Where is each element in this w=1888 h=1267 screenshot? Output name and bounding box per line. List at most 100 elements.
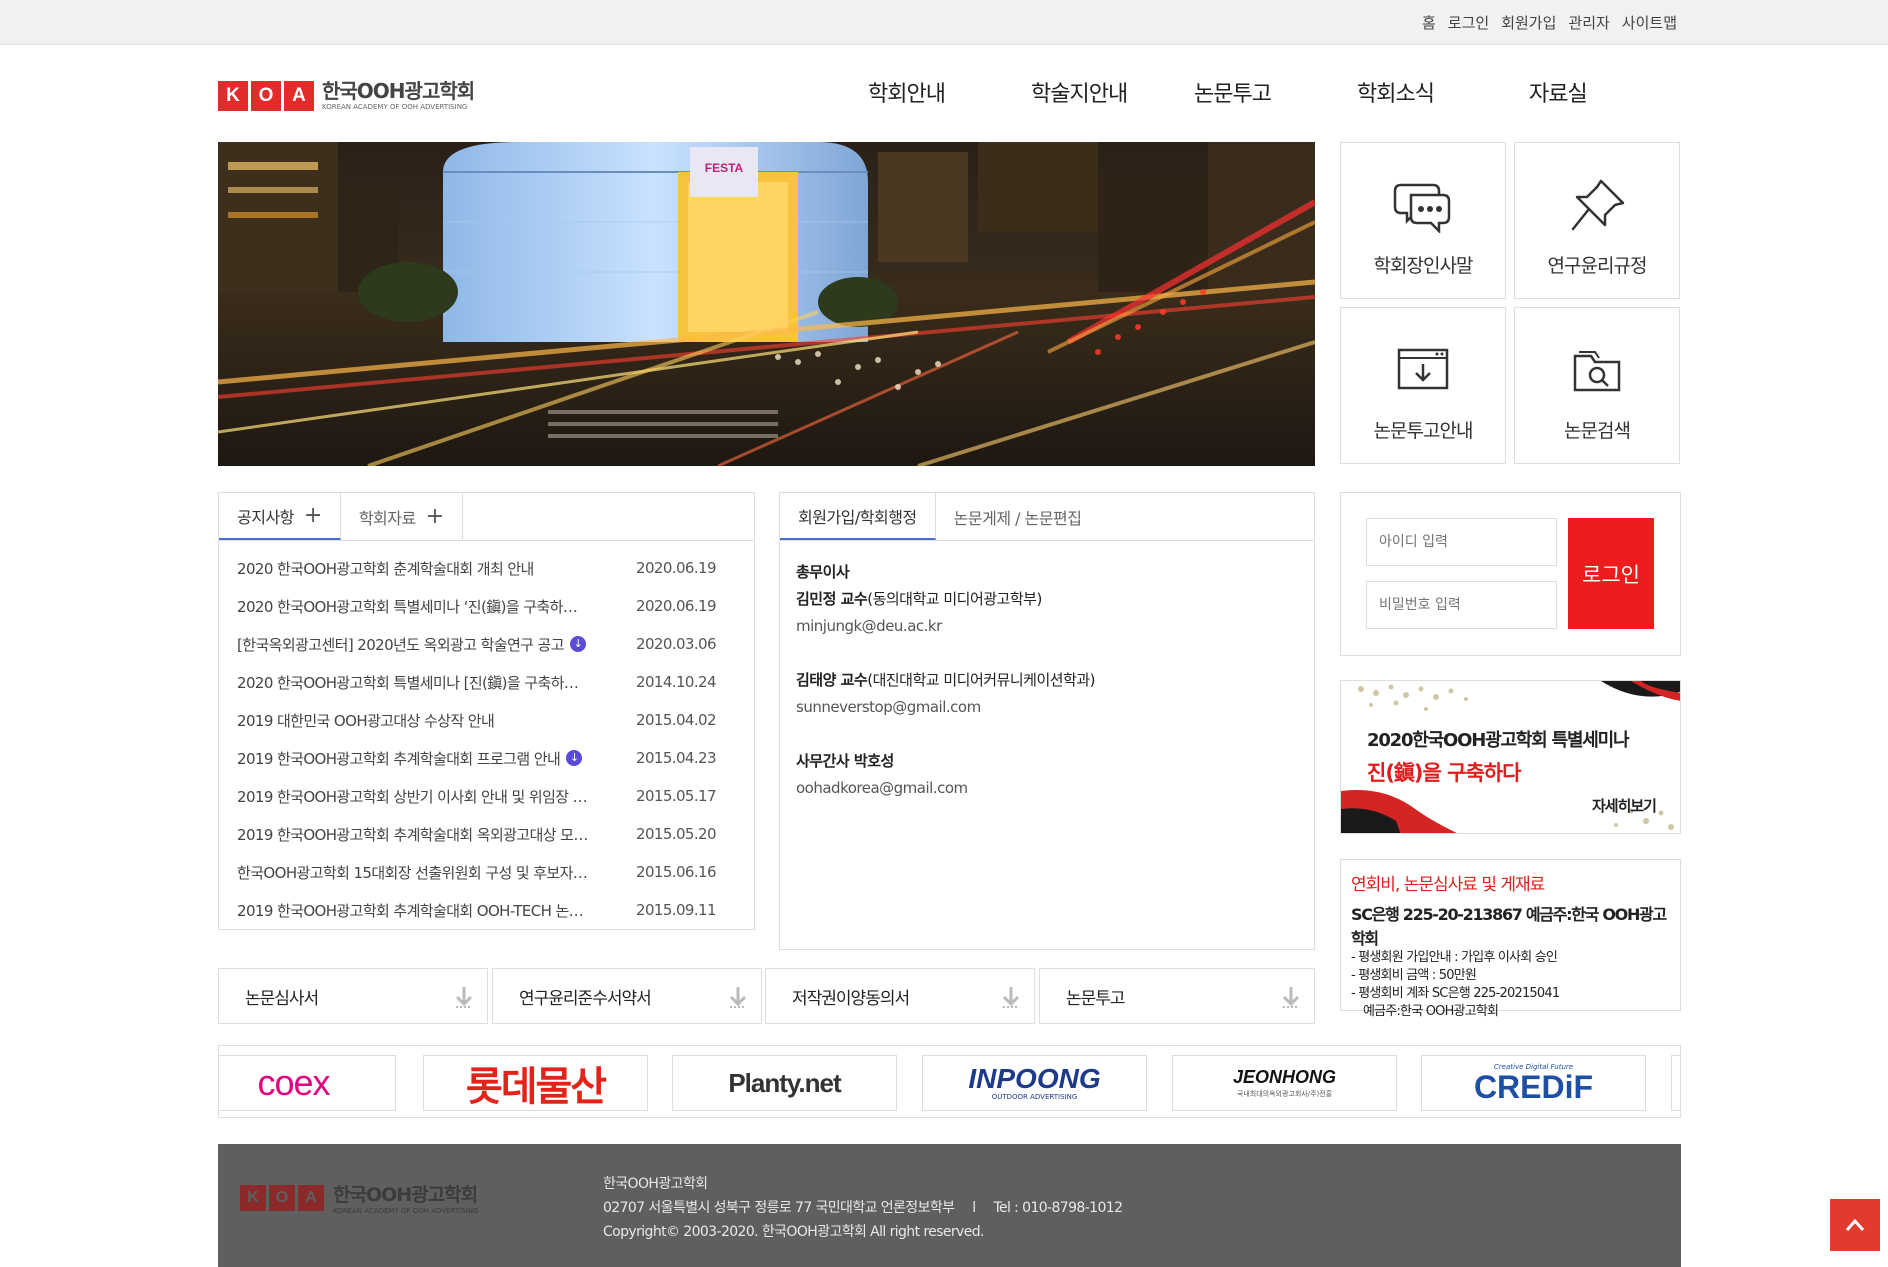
partner-carousel: coex 롯데물산 Planty.net INPOONG OUTDOOR ADV… <box>218 1045 1681 1118</box>
notice-list: 2020 한국OOH광고학회 춘계학술대회 개최 안내 2020.06.19 202… <box>219 541 754 929</box>
notice-title-text: 2019 한국OOH광고학회 추계학술대회 프로그램 안내 <box>237 749 561 768</box>
contact-group: 총무이사 김민정 교수(동의대학교 미디어광고학부) minjungk@deu.… <box>796 559 1298 640</box>
footer-info: 한국OOH광고학회 02707 서울특별시 성북구 정릉로 77 국민대학교 언… <box>603 1172 1123 1244</box>
download-arrow-icon <box>729 987 747 1008</box>
partner-name: coex <box>257 1062 330 1103</box>
notice-row[interactable]: 2020 한국OOH광고학회 춘계학술대회 개최 안내 2020.06.19 <box>237 549 736 587</box>
fee-title: 연회비, 논문심사료 및 게재료 <box>1351 875 1545 895</box>
partner-credif[interactable]: Creative Digital Future CREDiF <box>1421 1055 1646 1111</box>
download-window-icon <box>1397 348 1449 390</box>
nav-about[interactable]: 학회안내 <box>868 76 1031 108</box>
utility-bar: 홈 로그인 회원가입 관리자 사이트맵 <box>0 0 1888 45</box>
partner-next[interactable] <box>1671 1055 1680 1111</box>
tab-resources[interactable]: 학회자료 + <box>341 493 463 540</box>
util-login-link[interactable]: 로그인 <box>1448 12 1489 33</box>
logo-letter: O <box>269 1184 295 1211</box>
logo-name-en: KOREAN ACADEMY OF OOH ADVERTISING <box>322 103 468 111</box>
notice-title: 2019 한국OOH광고학회 추계학술대회 옥외광고대상 모… <box>237 824 617 845</box>
notice-date: 2015.05.20 <box>636 825 716 843</box>
folder-search-icon <box>1573 351 1621 392</box>
partner-inpoong[interactable]: INPOONG OUTDOOR ADVERTISING <box>922 1055 1147 1111</box>
plus-icon[interactable]: + <box>304 503 322 528</box>
nav-submission[interactable]: 논문투고 <box>1194 76 1357 108</box>
notice-date: 2020.06.19 <box>636 597 716 615</box>
site-logo[interactable]: K O A 한국OOH광고학회 KOREAN ACADEMY OF OOH AD… <box>218 78 475 114</box>
plus-icon[interactable]: + <box>426 504 444 529</box>
notice-date: 2015.04.23 <box>636 749 716 767</box>
contact-name-text: 김태양 교수 <box>796 671 868 689</box>
util-sitemap-link[interactable]: 사이트맵 <box>1622 12 1677 33</box>
partner-coex[interactable]: coex <box>219 1055 396 1111</box>
download-submission[interactable]: 논문투고 <box>1039 968 1315 1024</box>
nav-archive[interactable]: 자료실 <box>1529 76 1588 108</box>
tile-submission-guide[interactable]: 논문투고안내 <box>1340 307 1506 464</box>
notice-title-text: 2019 한국OOH광고학회 상반기 이사회 안내 및 위임장 … <box>237 787 588 806</box>
download-ethics-pledge[interactable]: 연구윤리준수서약서 <box>492 968 762 1024</box>
contact-board: 회원가입/학회행정 논문게제 / 논문편집 총무이사 김민정 교수(동의대학교 … <box>779 492 1315 950</box>
tile-greeting[interactable]: 학회장인사말 <box>1340 142 1506 299</box>
footer-logo: K O A 한국OOH광고학회 KOREAN ACADEMY OF OOH AD… <box>240 1180 478 1215</box>
contact-email[interactable]: minjungk@deu.ac.kr <box>796 613 1298 640</box>
password-input[interactable] <box>1366 581 1557 629</box>
util-admin-link[interactable]: 관리자 <box>1568 12 1609 33</box>
partner-sub: OUTDOOR ADVERTISING <box>991 1093 1078 1101</box>
tile-greeting-label: 학회장인사말 <box>1373 255 1474 277</box>
contact-email[interactable]: oohadkorea@gmail.com <box>796 775 1298 802</box>
util-home-link[interactable]: 홈 <box>1422 12 1436 33</box>
tab-editorial[interactable]: 논문게제 / 논문편집 <box>936 493 1100 540</box>
partner-lotte[interactable]: 롯데물산 <box>423 1055 648 1111</box>
contact-name-text: 김민정 교수 <box>796 590 868 608</box>
banner-subtitle: 진(鎭)을 구축하다 <box>1367 761 1521 785</box>
notice-title-text: 2020 한국OOH광고학회 특별세미나 [진(鎭)을 구축하… <box>237 673 579 692</box>
notice-row[interactable]: 2020 한국OOH광고학회 특별세미나 ‘진(鎭)을 구축하… 2020.06.… <box>237 587 736 625</box>
download-arrow-icon <box>1282 987 1300 1008</box>
download-review-form[interactable]: 논문심사서 <box>218 968 488 1024</box>
notice-row[interactable]: 2019 한국OOH광고학회 추계학술대회 옥외광고대상 모… 2015.05.2… <box>237 815 736 853</box>
notice-title-text: 2020 한국OOH광고학회 특별세미나 ‘진(鎭)을 구축하… <box>237 597 578 616</box>
night-city-illustration: FESTA <box>218 142 1315 466</box>
tab-membership[interactable]: 회원가입/학회행정 <box>780 493 936 540</box>
koa-mark: K O A <box>218 81 314 111</box>
notice-row[interactable]: 2019 한국OOH광고학회 상반기 이사회 안내 및 위임장 … 2015.05… <box>237 777 736 815</box>
fee-info: 연회비, 논문심사료 및 게재료 SC은행 225-20-213867 예금주:… <box>1340 859 1681 1019</box>
scroll-top-button[interactable] <box>1830 1199 1880 1251</box>
nav-journal[interactable]: 학술지안내 <box>1031 76 1194 108</box>
notice-row[interactable]: [한국옥외광고센터] 2020년도 옥외광고 학술연구 공고 ↓ 2020.03.0… <box>237 625 736 663</box>
partner-name: Planty.net <box>728 1067 841 1098</box>
utility-nav: 홈 로그인 회원가입 관리자 사이트맵 <box>1422 12 1677 33</box>
id-input[interactable] <box>1366 518 1557 566</box>
tile-paper-search[interactable]: 논문검색 <box>1514 307 1680 464</box>
partner-plantynet[interactable]: Planty.net <box>672 1055 897 1111</box>
notice-row[interactable]: 2019 한국OOH광고학회 추계학술대회 OOH-TECH 논… 2015.09… <box>237 891 736 929</box>
contact-email[interactable]: sunneverstop@gmail.com <box>796 694 1298 721</box>
util-join-link[interactable]: 회원가입 <box>1501 12 1556 33</box>
nav-news[interactable]: 학회소식 <box>1357 76 1529 108</box>
footer-logo-text: 한국OOH광고학회 KOREAN ACADEMY OF OOH ADVERTIS… <box>327 1180 478 1215</box>
footer-address-line: 02707 서울특별시 성북구 정릉로 77 국민대학교 언론정보학부 l Te… <box>603 1196 1123 1220</box>
tab-notice[interactable]: 공지사항 + <box>219 493 341 540</box>
partner-jeonhong[interactable]: JEONHONG 국내최대의옥외광고회사/주)전홍 <box>1172 1055 1397 1111</box>
logo-text: 한국OOH광고학회 KOREAN ACADEMY OF OOH ADVERTIS… <box>322 81 475 111</box>
tab-resources-label: 학회자료 <box>358 508 416 528</box>
notice-title-text: 2020 한국OOH광고학회 춘계학술대회 개최 안내 <box>237 559 534 578</box>
notice-date: 2020.06.19 <box>636 559 716 577</box>
banner-more-link[interactable]: 자세히보기 <box>1592 795 1657 816</box>
download-label: 연구윤리준수서약서 <box>519 988 652 1009</box>
tile-ethics[interactable]: 연구윤리규정 <box>1514 142 1680 299</box>
notice-row[interactable]: 2019 대한민국 OOH광고대상 수상작 안내 2015.04.02 <box>237 701 736 739</box>
notice-row[interactable]: 한국OOH광고학회 15대회장 선출위원회 구성 및 후보자… 2015.06.1… <box>237 853 736 891</box>
attachment-icon: ↓ <box>569 636 586 652</box>
contact-info: 총무이사 김민정 교수(동의대학교 미디어광고학부) minjungk@deu.… <box>780 541 1314 847</box>
site-footer: K O A 한국OOH광고학회 KOREAN ACADEMY OF OOH AD… <box>218 1144 1681 1267</box>
download-copyright-form[interactable]: 저작권이양동의서 <box>765 968 1035 1024</box>
seminar-banner[interactable]: 2020한국OOH광고학회 특별세미나 진(鎭)을 구축하다 자세히보기 <box>1340 680 1681 834</box>
notice-title-text: 한국OOH광고학회 15대회장 선출위원회 구성 및 후보자… <box>237 863 588 882</box>
notice-row[interactable]: 2020 한국OOH광고학회 특별세미나 [진(鎭)을 구축하… 2014.10.… <box>237 663 736 701</box>
login-button[interactable]: 로그인 <box>1568 518 1654 629</box>
notice-title: 2019 한국OOH광고학회 추계학술대회 OOH-TECH 논… <box>237 900 617 921</box>
contact-affil: (동의대학교 미디어광고학부) <box>867 590 1042 608</box>
download-label: 논문투고 <box>1066 988 1126 1009</box>
notice-row[interactable]: 2019 한국OOH광고학회 추계학술대회 프로그램 안내 ↓ 2015.04.23 <box>237 739 736 777</box>
notice-title-text: 2019 한국OOH광고학회 추계학술대회 OOH-TECH 논… <box>237 901 584 920</box>
chevron-up-icon <box>1845 1218 1865 1231</box>
